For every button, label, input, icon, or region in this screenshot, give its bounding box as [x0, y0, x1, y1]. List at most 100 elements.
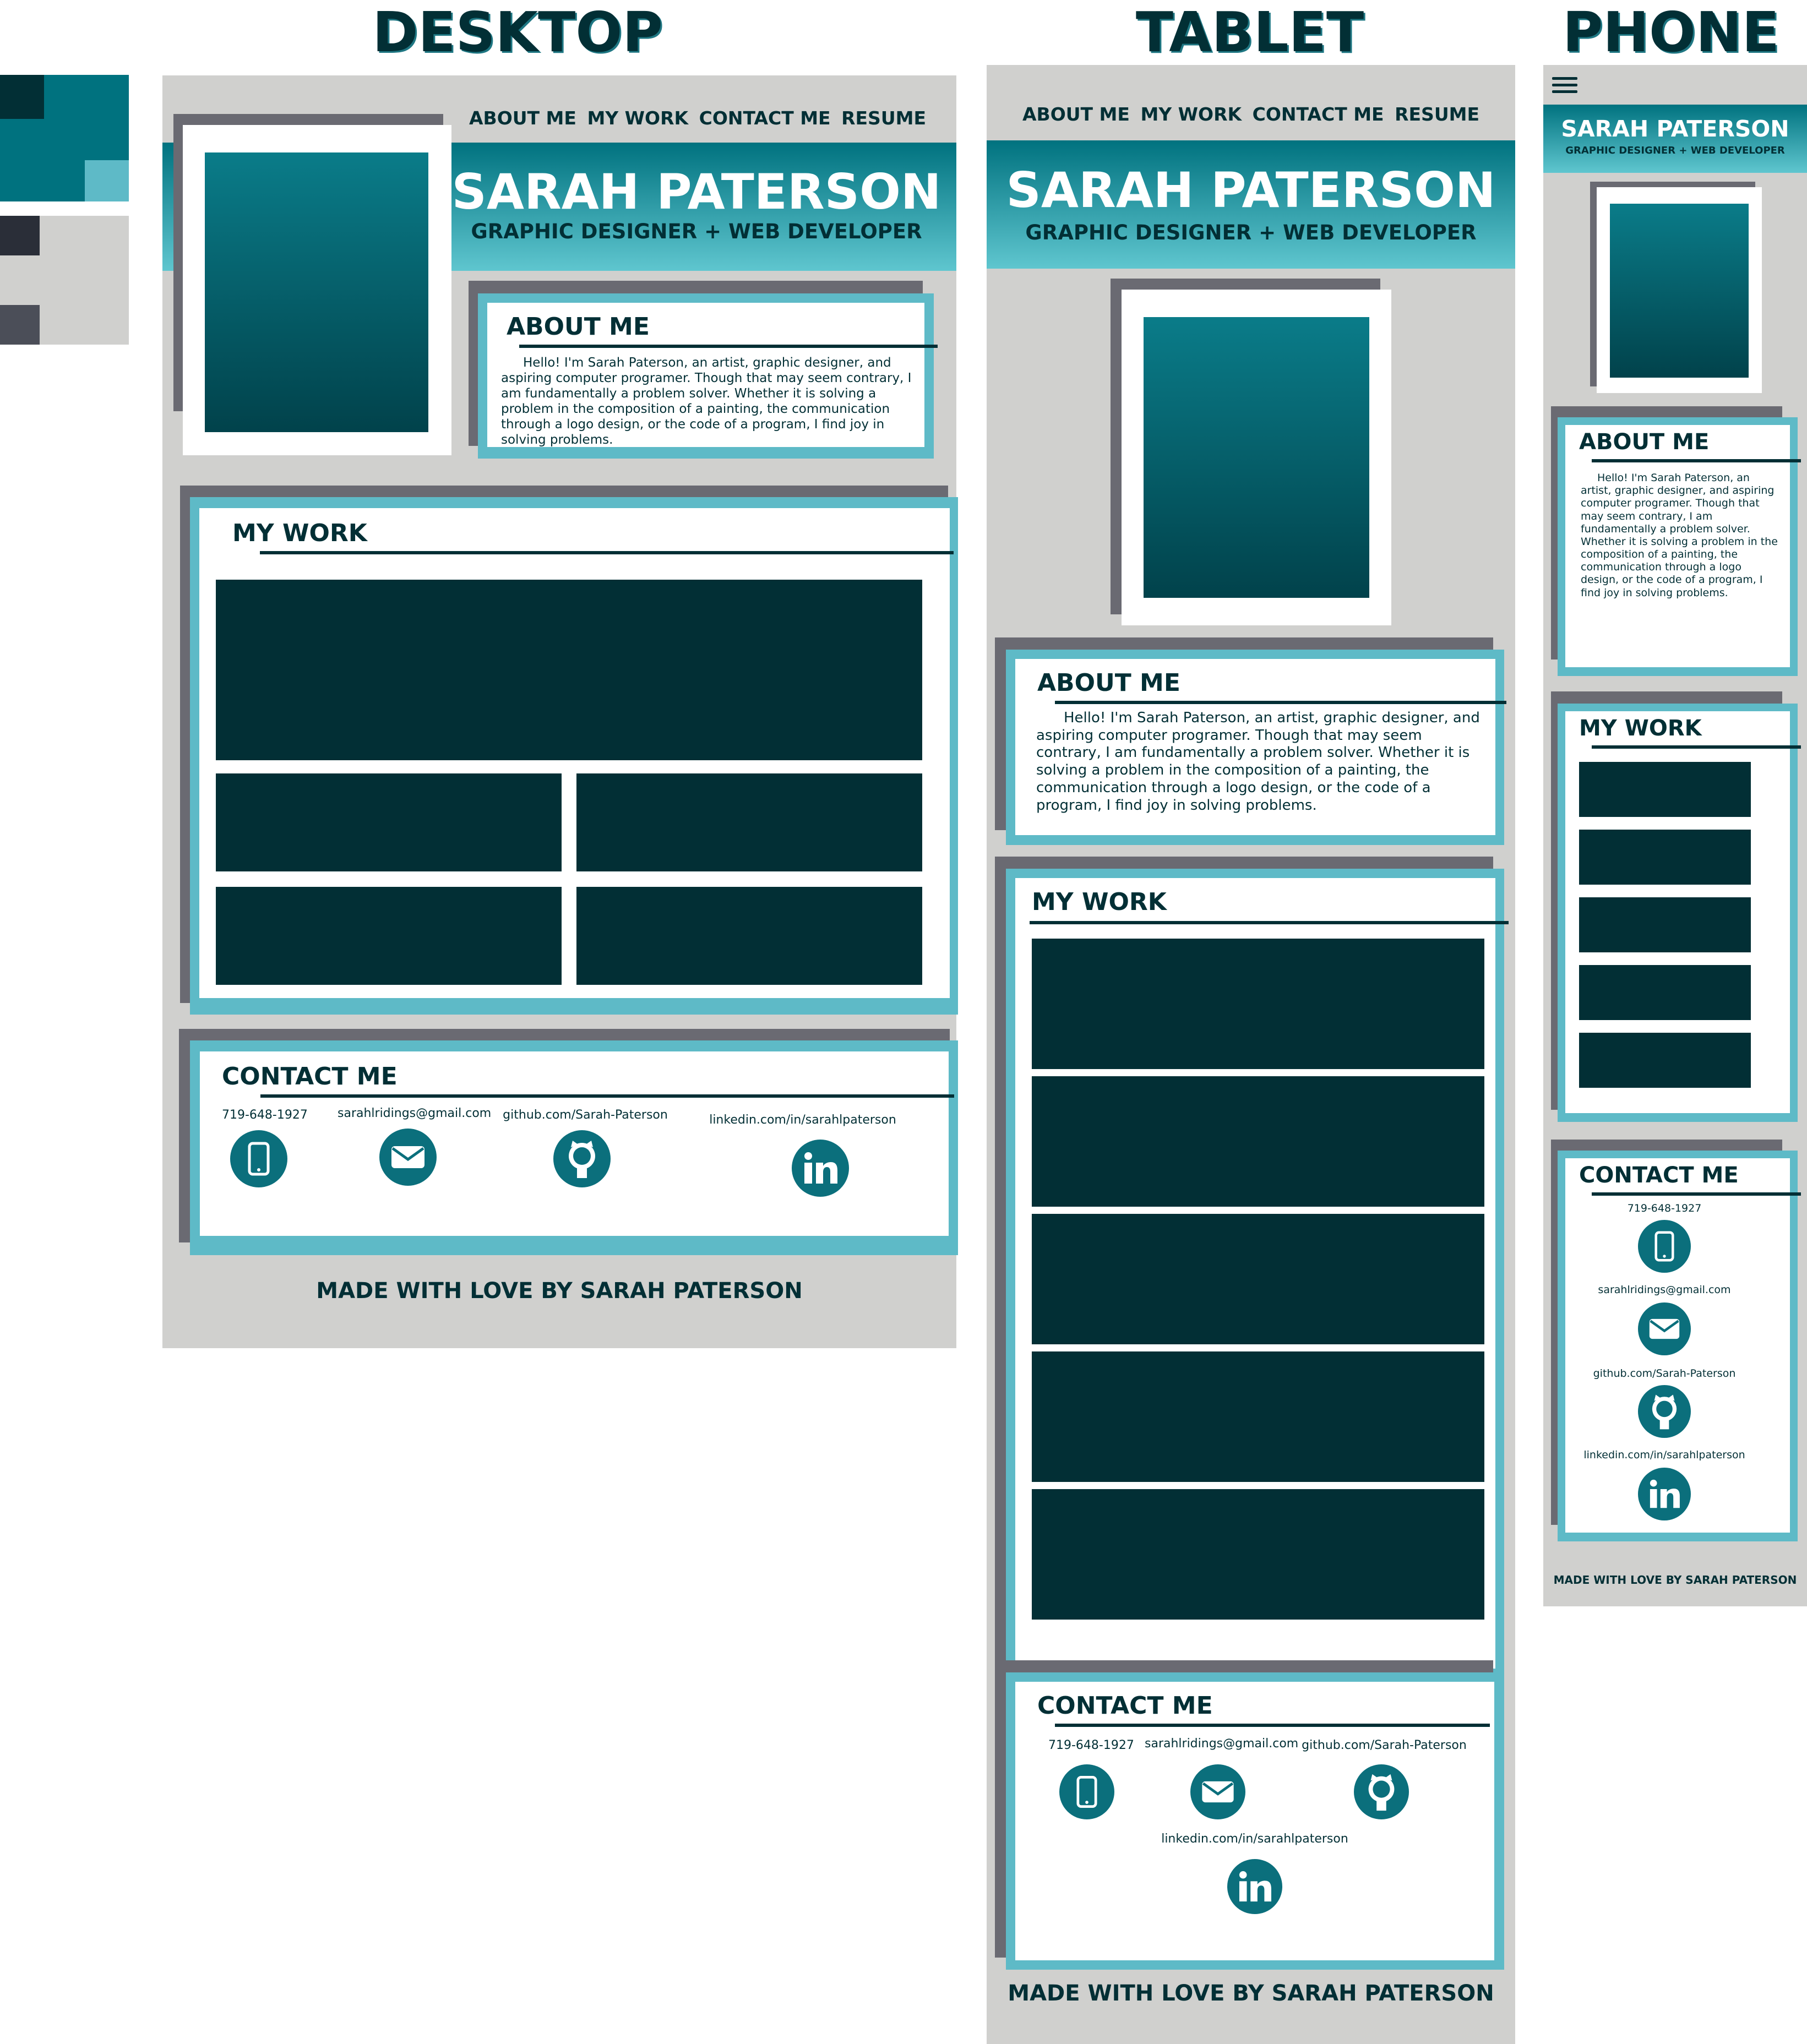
- desktop-contact-card: CONTACT ME 719-648-1927 sarahlridings@gm…: [190, 1040, 958, 1255]
- email-icon[interactable]: [1190, 1764, 1245, 1819]
- desktop-contact-heading: CONTACT ME: [222, 1062, 398, 1091]
- phone-work-rule: [1592, 745, 1801, 749]
- phone-footer: MADE WITH LOVE BY SARAH PATERSON: [1553, 1573, 1797, 1587]
- nav-about-me[interactable]: ABOUT ME: [1022, 103, 1130, 131]
- desktop-contact-linkedin[interactable]: linkedin.com/in/sarahlpaterson: [706, 1113, 899, 1127]
- linkedin-icon[interactable]: [1638, 1468, 1691, 1520]
- desktop-photo-frame: [183, 125, 451, 455]
- phone-icon[interactable]: [1059, 1764, 1114, 1819]
- phone-contact-heading: CONTACT ME: [1579, 1163, 1739, 1188]
- phone-icon[interactable]: [1638, 1220, 1691, 1273]
- desktop-work-tile-1[interactable]: [216, 580, 922, 760]
- nav-my-work[interactable]: MY WORK: [587, 107, 688, 135]
- tablet-contact-phone[interactable]: 719-648-1927: [1048, 1738, 1134, 1752]
- tablet-title: TABLET: [1135, 0, 1364, 64]
- email-icon[interactable]: [1638, 1302, 1691, 1355]
- linkedin-icon[interactable]: [792, 1140, 849, 1197]
- email-icon[interactable]: [379, 1129, 437, 1186]
- tablet-contact-github[interactable]: github.com/Sarah-Paterson: [1302, 1738, 1467, 1752]
- github-icon[interactable]: [553, 1130, 611, 1187]
- phone-work-tile-5[interactable]: [1579, 1033, 1751, 1088]
- desktop-about-inner: ABOUT ME Hello! I'm Sarah Paterson, an a…: [487, 303, 938, 448]
- desktop-work-rule: [260, 551, 954, 554]
- desktop-contact-phone[interactable]: 719-648-1927: [222, 1108, 308, 1122]
- phone-photo-frame: [1597, 187, 1762, 393]
- phone-work-tile-1[interactable]: [1579, 762, 1751, 817]
- tablet-work-tile-4[interactable]: [1032, 1351, 1484, 1482]
- tablet-work-inner: MY WORK: [1015, 878, 1509, 1669]
- tablet-work-tile-3[interactable]: [1032, 1214, 1484, 1344]
- desktop-nav: ABOUT ME MY WORK CONTACT ME RESUME: [469, 107, 926, 135]
- nav-contact-me[interactable]: CONTACT ME: [1253, 103, 1384, 131]
- phone-about-text: Hello! I'm Sarah Paterson, an artist, gr…: [1581, 472, 1778, 599]
- desktop-about-text: Hello! I'm Sarah Paterson, an artist, gr…: [501, 356, 912, 448]
- tablet-mockup: ABOUT ME MY WORK CONTACT ME RESUME SARAH…: [987, 65, 1515, 2044]
- phone-about-heading: ABOUT ME: [1579, 429, 1710, 455]
- desktop-about-rule: [519, 345, 938, 348]
- tablet-name: SARAH PATERSON: [1006, 162, 1496, 219]
- tablet-work-tile-1[interactable]: [1032, 939, 1484, 1069]
- desktop-profile-photo: [205, 152, 428, 432]
- nav-resume[interactable]: RESUME: [1395, 103, 1479, 131]
- desktop-contact-github[interactable]: github.com/Sarah-Paterson: [503, 1108, 668, 1122]
- tablet-contact-email[interactable]: sarahlridings@gmail.com: [1145, 1737, 1298, 1751]
- phone-name: SARAH PATERSON: [1561, 116, 1789, 142]
- desktop-work-card: MY WORK: [190, 497, 958, 1015]
- desktop-work-tile-5[interactable]: [576, 887, 922, 985]
- tablet-about-rule: [1055, 701, 1506, 704]
- menu-line: [1552, 77, 1577, 80]
- phone-work-tile-4[interactable]: [1579, 965, 1751, 1020]
- github-icon[interactable]: [1354, 1764, 1409, 1819]
- phone-contact-phone[interactable]: 719-648-1927: [1565, 1202, 1764, 1214]
- desktop-work-tile-3[interactable]: [576, 773, 922, 871]
- phone-work-tile-2[interactable]: [1579, 830, 1751, 885]
- hamburger-menu-icon[interactable]: [1552, 76, 1579, 96]
- tablet-about-inner: ABOUT ME Hello! I'm Sarah Paterson, an a…: [1015, 659, 1506, 835]
- tablet-work-tile-5[interactable]: [1032, 1489, 1484, 1620]
- tablet-about-text: Hello! I'm Sarah Paterson, an artist, gr…: [1036, 710, 1480, 814]
- phone-work-tile-3[interactable]: [1579, 897, 1751, 952]
- nav-resume[interactable]: RESUME: [841, 107, 926, 135]
- desktop-work-tile-2[interactable]: [216, 773, 562, 871]
- tablet-work-tile-2[interactable]: [1032, 1076, 1484, 1207]
- tablet-contact-heading: CONTACT ME: [1037, 1692, 1213, 1720]
- palette-swatches: [0, 75, 129, 345]
- phone-contact-inner: CONTACT ME 719-648-1927 sarahlridings@gm…: [1565, 1158, 1801, 1533]
- tablet-contact-card: CONTACT ME 719-648-1927 sarahlridings@gm…: [1006, 1672, 1504, 1970]
- desktop-contact-email[interactable]: sarahlridings@gmail.com: [338, 1107, 491, 1120]
- desktop-work-tile-4[interactable]: [216, 887, 562, 985]
- tablet-contact-rule: [1055, 1724, 1490, 1727]
- tablet-subtitle: GRAPHIC DESIGNER + WEB DEVELOPER: [1025, 221, 1477, 244]
- phone-profile-photo: [1610, 204, 1749, 378]
- swatch-teal-top: [44, 75, 129, 119]
- desktop-title: DESKTOP: [372, 0, 663, 64]
- tablet-about-card: ABOUT ME Hello! I'm Sarah Paterson, an a…: [1006, 650, 1506, 845]
- tablet-about-heading: ABOUT ME: [1037, 669, 1180, 697]
- phone-contact-card: CONTACT ME 719-648-1927 sarahlridings@gm…: [1558, 1151, 1801, 1541]
- phone-contact-linkedin[interactable]: linkedin.com/in/sarahlpaterson: [1565, 1449, 1764, 1461]
- swatch-light-teal: [85, 160, 129, 201]
- tablet-footer: MADE WITH LOVE BY SARAH PATERSON: [1008, 1981, 1494, 2006]
- desktop-subtitle: GRAPHIC DESIGNER + WEB DEVELOPER: [471, 220, 922, 243]
- desktop-about-card: ABOUT ME Hello! I'm Sarah Paterson, an a…: [478, 293, 938, 459]
- tablet-work-rule: [1030, 921, 1509, 924]
- tablet-contact-linkedin[interactable]: linkedin.com/in/sarahlpaterson: [1158, 1832, 1351, 1846]
- phone-contact-email[interactable]: sarahlridings@gmail.com: [1565, 1284, 1764, 1296]
- nav-contact-me[interactable]: CONTACT ME: [699, 107, 831, 135]
- phone-icon[interactable]: [230, 1130, 287, 1187]
- linkedin-icon[interactable]: [1227, 1859, 1282, 1914]
- github-icon[interactable]: [1638, 1385, 1691, 1438]
- phone-mockup: SARAH PATERSON GRAPHIC DESIGNER + WEB DE…: [1543, 65, 1807, 1606]
- desktop-work-heading: MY WORK: [232, 519, 367, 547]
- desktop-work-inner: MY WORK: [199, 508, 954, 998]
- phone-subtitle: GRAPHIC DESIGNER + WEB DEVELOPER: [1565, 145, 1785, 156]
- tablet-photo-frame: [1122, 290, 1391, 625]
- menu-line: [1552, 84, 1577, 86]
- nav-about-me[interactable]: ABOUT ME: [469, 107, 576, 135]
- phone-contact-rule: [1592, 1192, 1801, 1196]
- swatch-dark-teal: [0, 75, 44, 119]
- phone-contact-github[interactable]: github.com/Sarah-Paterson: [1565, 1367, 1764, 1380]
- tablet-work-heading: MY WORK: [1032, 888, 1167, 916]
- phone-work-card: MY WORK: [1558, 704, 1801, 1122]
- nav-my-work[interactable]: MY WORK: [1140, 103, 1242, 131]
